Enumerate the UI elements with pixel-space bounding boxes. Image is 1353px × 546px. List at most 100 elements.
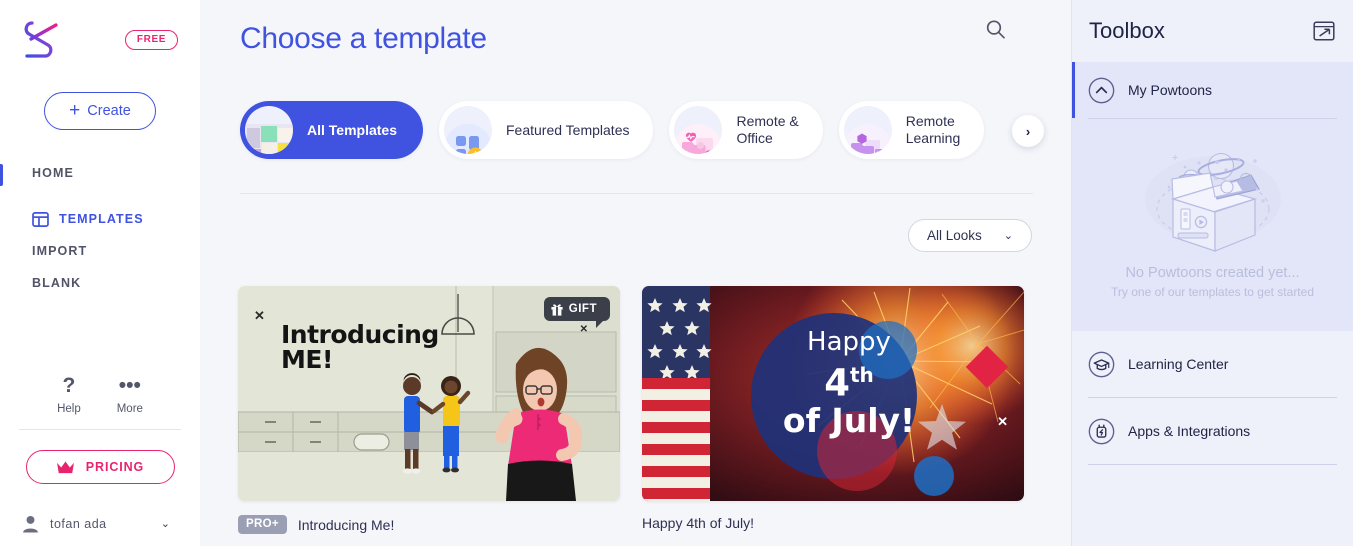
sidebar-item-templates[interactable]: TEMPLATES xyxy=(0,208,200,230)
user-menu[interactable]: tofan ada ⌄ xyxy=(0,484,200,546)
pro-badge: PRO+ xyxy=(238,515,287,534)
toolbox-apps-integrations-row[interactable]: Apps & Integrations xyxy=(1072,398,1353,464)
graduation-cap-circle-icon xyxy=(1088,351,1115,377)
sidebar-header: FREE xyxy=(0,0,200,62)
gift-badge-label: GIFT xyxy=(568,303,597,315)
template-category-tabs: All Templates Featured Templates Remote … xyxy=(240,101,985,159)
all-templates-thumb-icon xyxy=(245,106,293,154)
page-title: Choose a template xyxy=(240,22,487,55)
template-card[interactable]: ✕ Happy 4th of July! Happy 4th of July! xyxy=(642,286,1024,534)
close-icon[interactable]: ✕ xyxy=(254,308,265,324)
close-icon[interactable]: ✕ xyxy=(997,414,1008,430)
powtoon-logo[interactable] xyxy=(22,18,70,62)
tab-remote-learning-label: Remote Learning xyxy=(905,113,961,146)
sidebar-item-home[interactable]: HOME xyxy=(0,162,200,184)
create-button[interactable]: + Create xyxy=(44,92,156,130)
looks-filter-dropdown[interactable]: All Looks ⌄ xyxy=(908,219,1032,252)
avatar-icon xyxy=(23,515,38,532)
tab-featured-templates-label: Featured Templates xyxy=(506,121,630,138)
tab-all-templates[interactable]: All Templates xyxy=(240,101,423,159)
more-label: More xyxy=(116,403,143,415)
templates-icon xyxy=(32,211,49,227)
pricing-button[interactable]: PRICING xyxy=(25,450,175,484)
tabs-next-button[interactable]: › xyxy=(1012,115,1044,147)
template-thumbnail[interactable]: GIFT ✕ ✕ Introducing ME! xyxy=(238,286,620,501)
sidebar-item-home-label: HOME xyxy=(32,166,74,180)
toolbox-learning-center-row[interactable]: Learning Center xyxy=(1072,331,1353,397)
user-name: tofan ada xyxy=(50,516,107,531)
sidebar-item-blank-label: BLANK xyxy=(32,276,82,290)
plug-circle-icon xyxy=(1088,418,1115,444)
toolbox-section-my-powtoons: My Powtoons No Powtoons created yet... T… xyxy=(1072,62,1353,331)
template-card-caption: PRO+ Introducing Me! xyxy=(238,515,620,534)
plan-badge: FREE xyxy=(124,30,178,50)
template-card-title: Introducing Me! xyxy=(297,516,395,533)
sidebar-nav: HOME TEMPLATES IMPORT BLANK xyxy=(0,162,200,294)
toolbox-header: Toolbox xyxy=(1072,0,1353,62)
empty-state-title: No Powtoons created yet... xyxy=(1125,265,1300,281)
overlay-line-fourth: 4th xyxy=(754,356,944,402)
overlay-number: 4 xyxy=(824,361,850,405)
sidebar-item-templates-label: TEMPLATES xyxy=(59,212,144,226)
template-card-caption: Happy 4th of July! xyxy=(642,515,1024,531)
remote-office-thumb-icon xyxy=(674,106,723,154)
ellipsis-icon: ••• xyxy=(118,374,141,397)
plus-icon: + xyxy=(69,99,81,121)
open-box-space-illustration xyxy=(1144,152,1281,252)
gift-badge[interactable]: GIFT xyxy=(543,297,606,321)
chevron-up-circle-icon xyxy=(1088,77,1115,103)
thumbnail-overlay-title: Introducing ME! xyxy=(281,322,439,372)
template-card-title: Happy 4th of July! xyxy=(642,515,755,531)
sidebar-item-import[interactable]: IMPORT xyxy=(0,240,200,262)
toolbox-lower-sections: Learning Center Apps & Integrations xyxy=(1072,331,1353,465)
toolbox-active-indicator xyxy=(1072,62,1075,118)
sidebar-item-blank[interactable]: BLANK xyxy=(0,272,200,294)
looks-filter-label: All Looks xyxy=(927,228,982,243)
template-thumbnail[interactable]: ✕ Happy 4th of July! xyxy=(642,286,1024,501)
toolbox-title: Toolbox xyxy=(1089,18,1165,43)
app-root: FREE + Create HOME TEMPLATES IMPORT BLAN… xyxy=(0,0,1353,546)
toolbox-divider xyxy=(1088,464,1337,465)
pricing-label: PRICING xyxy=(85,460,145,474)
open-in-new-window-icon[interactable] xyxy=(1313,21,1335,41)
help-button[interactable]: ? Help xyxy=(57,375,81,415)
remote-learning-thumb-icon xyxy=(843,106,892,154)
overlay-line-of-july: of July! xyxy=(782,401,916,441)
chevron-down-icon: ⌄ xyxy=(1003,230,1013,242)
search-button[interactable] xyxy=(981,15,1009,43)
tab-remote-office[interactable]: Remote & Office xyxy=(669,101,823,159)
thumbnail-overlay-title: Happy 4th of July! xyxy=(754,328,944,440)
thumbnail-overlay-title-line1: Introducing xyxy=(281,320,439,349)
tab-remote-office-label: Remote & Office xyxy=(736,113,799,146)
question-mark-icon: ? xyxy=(62,374,76,397)
toolbox-panel: Toolbox My Powtoons No Powtoons created … xyxy=(1071,0,1353,546)
sidebar-item-import-label: IMPORT xyxy=(32,244,88,258)
search-icon xyxy=(986,19,1005,39)
main-content: Choose a template All Templates Featured… xyxy=(200,0,1071,546)
overlay-ordinal-suffix: th xyxy=(849,363,874,387)
tab-featured-templates[interactable]: Featured Templates xyxy=(439,101,654,159)
template-card[interactable]: GIFT ✕ ✕ Introducing ME! PRO+ Introducin… xyxy=(238,286,620,534)
help-label: Help xyxy=(57,403,81,415)
crown-icon xyxy=(56,461,74,473)
left-sidebar: FREE + Create HOME TEMPLATES IMPORT BLAN… xyxy=(0,0,200,546)
chevron-right-icon: › xyxy=(1025,123,1031,139)
gift-close-icon[interactable]: ✕ xyxy=(580,324,588,335)
nav-active-indicator xyxy=(0,164,3,186)
toolbox-my-powtoons-row[interactable]: My Powtoons xyxy=(1072,62,1353,118)
template-card-grid: GIFT ✕ ✕ Introducing ME! PRO+ Introducin… xyxy=(238,286,1024,534)
empty-state-subtitle: Try one of our templates to get started xyxy=(1111,285,1314,299)
gift-icon xyxy=(551,303,563,316)
my-powtoons-empty-state: No Powtoons created yet... Try one of ou… xyxy=(1072,119,1353,321)
toolbox-my-powtoons-label: My Powtoons xyxy=(1128,82,1213,98)
chevron-down-icon: ⌄ xyxy=(160,518,170,530)
sidebar-help-row: ? Help ••• More xyxy=(0,375,200,429)
thumbnail-overlay-title-line2: ME! xyxy=(281,345,333,374)
tab-all-templates-label: All Templates xyxy=(307,121,397,138)
tab-remote-learning[interactable]: Remote Learning xyxy=(838,101,985,159)
sidebar-footer: ? Help ••• More PRICING tofan ada ⌄ xyxy=(0,375,200,546)
more-button[interactable]: ••• More xyxy=(117,375,143,415)
toolbox-learning-center-label: Learning Center xyxy=(1128,356,1229,372)
featured-templates-thumb-icon xyxy=(444,106,492,154)
overlay-line-happy: Happy xyxy=(807,327,891,357)
